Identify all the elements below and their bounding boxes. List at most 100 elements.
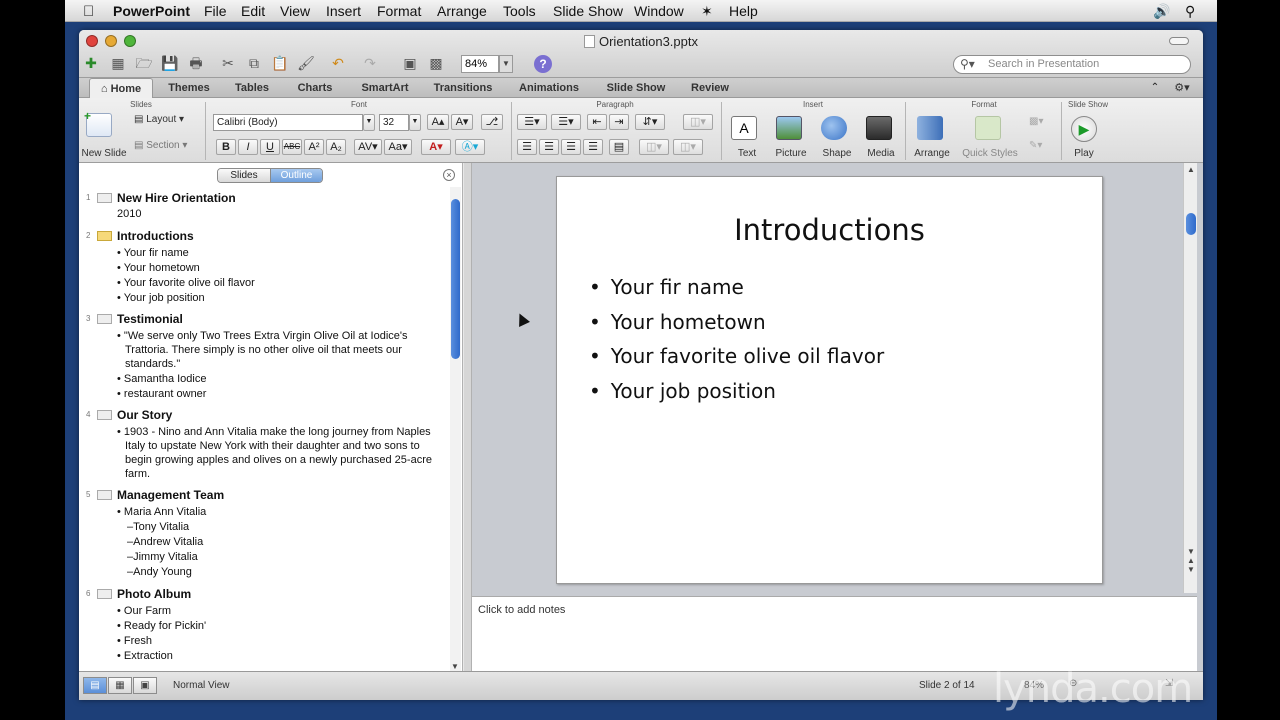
picture-icon[interactable] [776,116,802,140]
undo-icon[interactable]: ↶ [329,54,347,72]
line-spacing-icon[interactable]: ⇵▾ [635,114,665,130]
text-button[interactable]: Text [725,148,769,159]
increase-indent-icon[interactable]: ⇥ [609,114,629,130]
menu-edit[interactable]: Edit [241,3,265,19]
outline-slide-title[interactable]: Testimonial [117,311,449,328]
menu-window[interactable]: Window [634,3,684,19]
shape-button[interactable]: Shape [815,148,859,159]
tab-transitions[interactable]: Transitions [429,78,497,98]
arrange-button[interactable]: Arrange [909,148,955,159]
arrange-icon[interactable] [917,116,943,140]
slide-scrollbar-thumb[interactable] [1186,213,1196,235]
print-icon[interactable]: 🖶 [187,54,205,72]
shrink-font-icon[interactable]: A▾ [451,114,473,130]
menu-tools[interactable]: Tools [503,3,536,19]
new-slide-button[interactable]: New Slide [81,148,127,159]
play-icon[interactable]: ▶ [1071,116,1097,142]
paste-icon[interactable]: 📋 [271,54,289,72]
slide-bullet[interactable]: Your hometown [589,310,884,345]
numbering-icon[interactable]: ☰▾ [551,114,581,130]
outline-sub-bullet[interactable]: –Andy Young [117,565,449,580]
open-icon[interactable]: 🗁 [135,54,153,72]
menu-slide-show[interactable]: Slide Show [553,3,623,19]
outline-slide-6[interactable]: 6 Photo Album • Our Farm • Ready for Pic… [79,586,449,663]
play-button[interactable]: Play [1065,148,1103,159]
outline-bullet[interactable]: • 1903 - Nino and Ann Vitalia make the l… [117,425,449,481]
align-center-icon[interactable]: ☰ [539,139,559,155]
tab-review[interactable]: Review [685,78,735,98]
outline-slide-title[interactable]: New Hire Orientation [117,190,449,207]
slide-bullet[interactable]: Your job position [589,379,884,414]
align-text-icon[interactable]: ◫▾ [673,139,703,155]
notes-placeholder[interactable]: Click to add notes [478,604,565,616]
outline-sub-bullet[interactable]: –Tony Vitalia [117,520,449,535]
outline-slide-3[interactable]: 3 Testimonial • "We serve only Two Trees… [79,311,449,401]
apple-menu-icon[interactable]:  [83,3,94,20]
notes-pane[interactable]: Click to add notes [472,596,1197,671]
outline-bullet-text[interactable]: Your favorite olive oil flavor [124,277,255,289]
quick-styles-button[interactable]: Quick Styles [959,148,1021,159]
text-effects-icon[interactable]: Ⓐ▾ [455,139,485,155]
outline-bullet-text[interactable]: Your fir name [124,247,189,259]
outline-bullet[interactable]: • Our Farm [117,604,449,618]
volume-icon[interactable]: 🔊 [1153,3,1170,20]
search-input[interactable]: ⚲▾ Search in Presentation [953,55,1191,74]
outline-slide-title[interactable]: Management Team [117,487,449,504]
redo-icon[interactable]: ↷ [361,54,379,72]
font-name-dropdown-icon[interactable]: ▼ [363,114,375,131]
zoom-dropdown-icon[interactable]: ▼ [499,55,513,73]
outline-bullet-text[interactable]: Our Farm [124,605,171,617]
scroll-up-icon[interactable]: ▲ [1187,165,1195,174]
outline-bullet-text[interactable]: 1903 - Nino and Ann Vitalia make the lon… [124,426,432,480]
superscript-icon[interactable]: A² [304,139,324,155]
menu-format[interactable]: Format [377,3,421,19]
slides-view-tab[interactable]: Slides [218,169,270,182]
align-left-icon[interactable]: ☰ [517,139,537,155]
outline-bullet[interactable]: • Ready for Pickin' [117,619,449,633]
format-painter-icon[interactable]: 🖌 [297,54,315,72]
outline-bullet[interactable]: • Your favorite olive oil flavor [117,276,449,290]
tab-tables[interactable]: Tables [227,78,277,98]
outline-slide-2[interactable]: 2 Introductions • Your fir name • Your h… [79,228,449,305]
clear-formatting-icon[interactable]: ⎇ [481,114,503,130]
columns-icon[interactable]: ◫▾ [683,114,713,130]
app-menu[interactable]: PowerPoint [113,3,190,19]
outline-text[interactable]: 2010 [117,207,449,222]
zoom-field[interactable]: 84% [461,55,499,73]
slide-bullet[interactable]: Your favorite olive oil flavor [589,344,884,379]
bold-icon[interactable]: B [216,139,236,155]
outline-bullet-text[interactable]: Ready for Pickin' [124,620,206,632]
subscript-icon[interactable]: A₂ [326,139,346,155]
quick-styles-icon[interactable] [975,116,1001,140]
close-pane-icon[interactable]: × [443,169,455,181]
slide-title[interactable]: Introductions [557,213,1102,247]
change-case-icon[interactable]: Aa▾ [384,139,412,155]
ribbon-settings-icon[interactable]: ⚙▾ [1169,78,1195,98]
tab-slide-show[interactable]: Slide Show [601,78,671,98]
slide-bullet[interactable]: Your fir name [589,275,884,310]
text-direction-icon[interactable]: ◫▾ [639,139,669,155]
outline-bullet[interactable]: • Samantha Iodice [117,372,449,386]
strikethrough-icon[interactable]: ABC [282,139,302,155]
outline-scrollbar[interactable]: ▼ [450,187,461,671]
help-icon[interactable]: ? [534,55,552,73]
outline-bullet[interactable]: • Your hometown [117,261,449,275]
outline-bullet[interactable]: • Extraction [117,649,449,663]
outline-slide-5[interactable]: 5 Management Team • Maria Ann Vitalia –T… [79,487,449,580]
underline-icon[interactable]: U [260,139,280,155]
outline-bullet-text[interactable]: Your job position [124,292,205,304]
tab-themes[interactable]: Themes [163,78,215,98]
fill-color-icon[interactable]: ▩▾ [1029,116,1043,127]
script-menu-icon[interactable]: ✶ [701,3,713,20]
outline-bullet[interactable]: • Maria Ann Vitalia [117,505,449,519]
outline-slide-title[interactable]: Photo Album [117,586,449,603]
outline-slide-4[interactable]: 4 Our Story • 1903 - Nino and Ann Vitali… [79,407,449,481]
toolbar-toggle-button[interactable] [1169,37,1189,45]
outline-bullet[interactable]: • "We serve only Two Trees Extra Virgin … [117,329,449,371]
outline-bullet[interactable]: • Fresh [117,634,449,648]
outline-bullet-text[interactable]: Samantha Iodice [124,373,207,385]
line-color-icon[interactable]: ✎▾ [1029,140,1042,151]
save-icon[interactable]: 💾 [161,54,179,72]
character-spacing-icon[interactable]: AV▾ [354,139,382,155]
slide-sorter-icon[interactable]: ▣ [401,54,419,72]
